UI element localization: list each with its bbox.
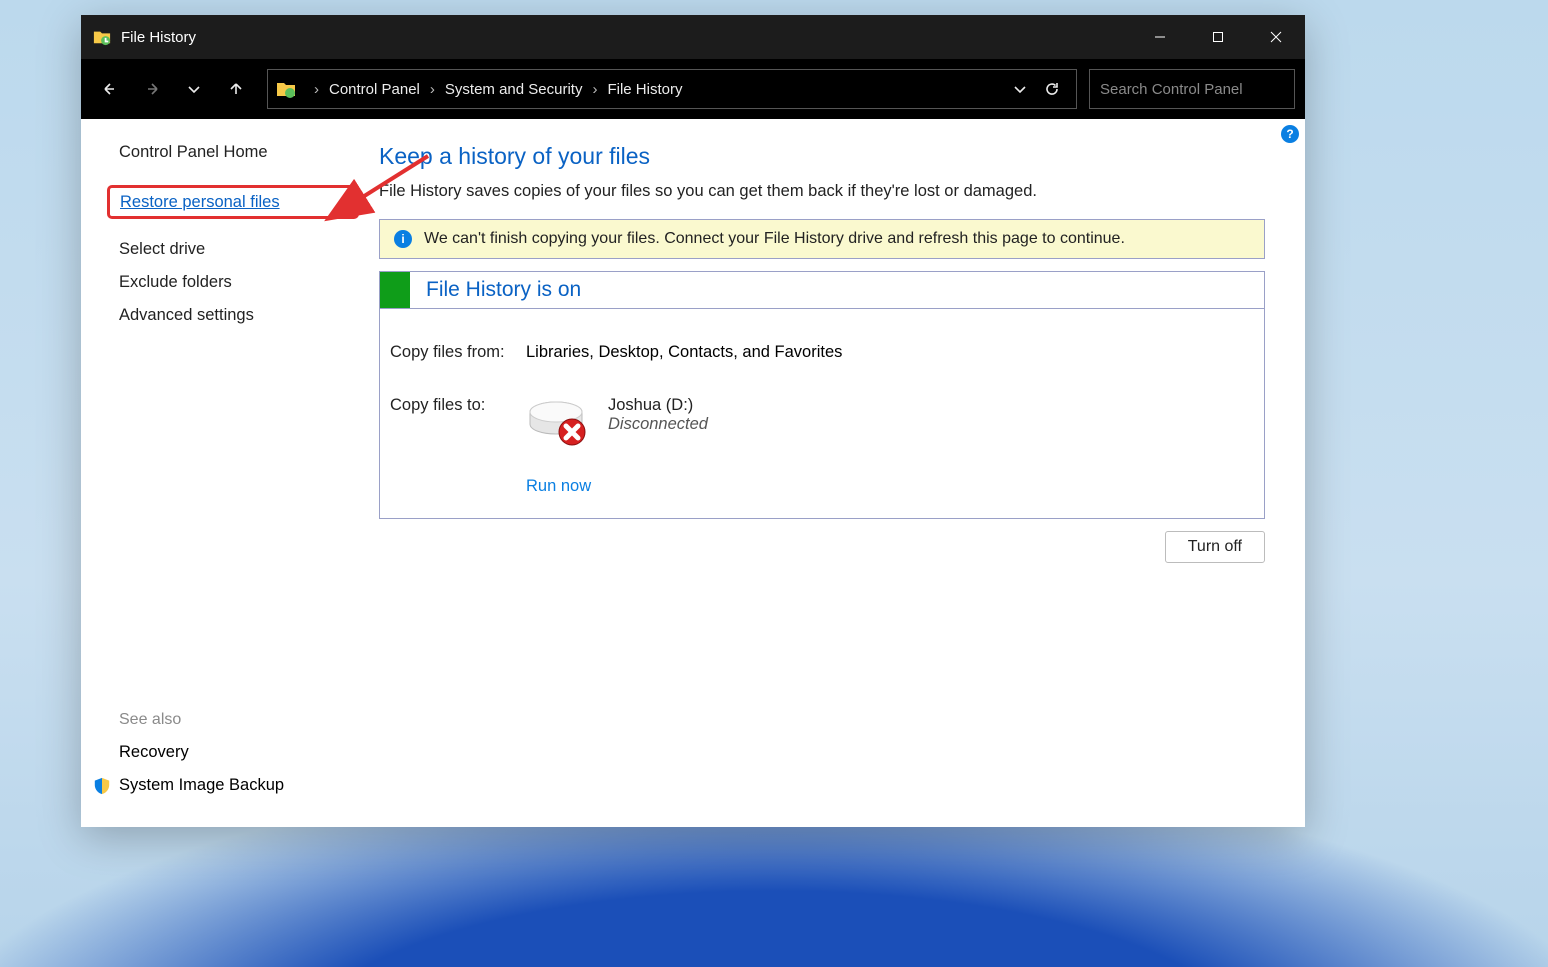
sidebar-home[interactable]: Control Panel Home: [119, 143, 379, 162]
status-table: Copy files from: Libraries, Desktop, Con…: [390, 339, 1254, 500]
see-also-system-image-label: System Image Backup: [119, 776, 284, 795]
copy-from-value: Libraries, Desktop, Contacts, and Favori…: [526, 339, 1254, 366]
status-header: File History is on: [380, 272, 1264, 309]
status-title: File History is on: [410, 278, 581, 302]
warning-alert: i We can't finish copying your files. Co…: [379, 219, 1265, 259]
drive-disconnected-icon: [526, 396, 592, 451]
drive-state: Disconnected: [608, 415, 708, 434]
window-controls: [1131, 15, 1305, 59]
minimize-button[interactable]: [1131, 15, 1189, 59]
turn-off-button[interactable]: Turn off: [1165, 531, 1265, 563]
info-icon: i: [394, 230, 412, 248]
maximize-button[interactable]: [1189, 15, 1247, 59]
navigation-bar: › Control Panel › System and Security › …: [81, 59, 1305, 119]
restore-highlight-box: Restore personal files: [107, 185, 359, 219]
search-box[interactable]: [1089, 69, 1295, 109]
content-area: ? Control Panel Home Restore personal fi…: [81, 119, 1305, 827]
breadcrumb: › Control Panel › System and Security › …: [304, 81, 1004, 98]
address-dropdown-button[interactable]: [1004, 73, 1036, 105]
desktop-wallpaper: [0, 827, 1548, 967]
crumb-file-history[interactable]: File History: [607, 81, 682, 98]
drive-info: Joshua (D:) Disconnected: [608, 396, 708, 434]
see-also: See also Recovery System Image Backup: [119, 711, 284, 809]
address-bar[interactable]: › Control Panel › System and Security › …: [267, 69, 1077, 109]
status-box: File History is on Copy files from: Libr…: [379, 271, 1265, 519]
action-row: Turn off: [379, 531, 1265, 563]
status-indicator-icon: [380, 272, 410, 308]
sidebar-exclude-folders[interactable]: Exclude folders: [119, 273, 379, 292]
folder-icon: [276, 79, 296, 99]
copy-to-label: Copy files to:: [390, 392, 526, 455]
crumb-control-panel[interactable]: Control Panel: [329, 81, 420, 98]
chevron-right-icon: ›: [592, 81, 597, 98]
crumb-system-security[interactable]: System and Security: [445, 81, 583, 98]
alert-text: We can't finish copying your files. Conn…: [424, 230, 1125, 248]
refresh-button[interactable]: [1036, 73, 1068, 105]
page-subtitle: File History saves copies of your files …: [379, 182, 1265, 201]
see-also-system-image-backup[interactable]: System Image Backup: [119, 776, 284, 795]
chevron-right-icon: ›: [430, 81, 435, 98]
titlebar: File History: [81, 15, 1305, 59]
page-heading: Keep a history of your files: [379, 143, 1265, 170]
main-panel: Keep a history of your files File Histor…: [379, 119, 1305, 827]
chevron-right-icon: ›: [314, 81, 319, 98]
see-also-header: See also: [119, 711, 284, 729]
drive-destination: Joshua (D:) Disconnected: [526, 396, 1254, 451]
sidebar-select-drive[interactable]: Select drive: [119, 240, 379, 259]
drive-name: Joshua (D:): [608, 396, 708, 415]
run-now-link[interactable]: Run now: [526, 477, 591, 495]
window-title: File History: [121, 29, 1131, 46]
forward-button[interactable]: [133, 69, 171, 109]
sidebar-restore-files[interactable]: Restore personal files: [120, 193, 280, 212]
see-also-recovery-label: Recovery: [119, 743, 189, 762]
control-panel-window: File History › Control Panel › System an…: [81, 15, 1305, 827]
file-history-icon: [93, 28, 111, 46]
back-button[interactable]: [91, 69, 129, 109]
shield-icon: [93, 777, 111, 795]
see-also-recovery[interactable]: Recovery: [119, 743, 284, 762]
help-button[interactable]: ?: [1281, 125, 1299, 143]
copy-from-label: Copy files from:: [390, 339, 526, 366]
sidebar-advanced-settings[interactable]: Advanced settings: [119, 306, 379, 325]
search-input[interactable]: [1100, 81, 1299, 98]
up-button[interactable]: [217, 69, 255, 109]
close-button[interactable]: [1247, 15, 1305, 59]
sidebar: Control Panel Home Restore personal file…: [81, 119, 379, 827]
recent-dropdown-button[interactable]: [175, 69, 213, 109]
status-body: Copy files from: Libraries, Desktop, Con…: [380, 309, 1264, 518]
